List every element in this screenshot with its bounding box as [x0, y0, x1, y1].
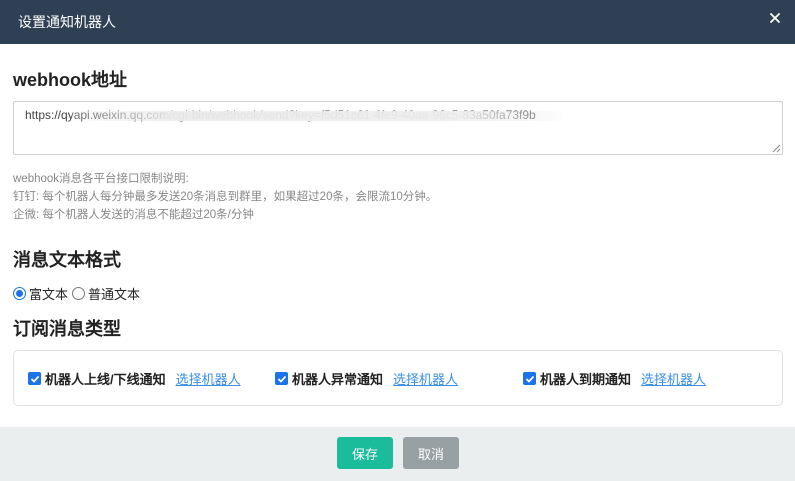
select-robot-link-2[interactable]: 选择机器人	[393, 369, 458, 388]
radio-rich-text[interactable]: 富文本	[13, 284, 68, 303]
format-radio-group: 富文本 普通文本	[13, 284, 144, 303]
subscriptions-heading: 订阅消息类型	[13, 319, 121, 339]
sub-label-online-offline: 机器人上线/下线通知	[45, 372, 166, 387]
notes-line-1: webhook消息各平台接口限制说明:	[13, 173, 189, 185]
sub-label-exception: 机器人异常通知	[292, 372, 384, 387]
check-icon	[525, 375, 534, 383]
select-robot-link-3[interactable]: 选择机器人	[641, 369, 706, 388]
sub-item-exception: 机器人异常通知 选择机器人	[275, 369, 458, 388]
limit-notes: webhook消息各平台接口限制说明: 钉钉: 每个机器人每分钟最多发送20条消…	[13, 170, 437, 224]
radio-plain-text-indicator[interactable]	[72, 287, 86, 300]
checkbox-expiry[interactable]	[523, 372, 536, 385]
dialog-footer: 保存 取消	[0, 427, 795, 481]
sub-item-online-offline: 机器人上线/下线通知 选择机器人	[28, 369, 241, 388]
dialog-titlebar: 设置通知机器人	[0, 0, 795, 44]
close-icon[interactable]	[769, 12, 781, 24]
radio-plain-text[interactable]: 普通文本	[72, 284, 140, 303]
format-heading: 消息文本格式	[13, 250, 121, 270]
radio-rich-text-label: 富文本	[29, 287, 69, 302]
webhook-url-input[interactable]: https://qyapi.weixin.qq.com/cgi-bin/webh…	[14, 102, 782, 154]
check-icon	[30, 375, 39, 383]
checkbox-exception[interactable]	[275, 372, 288, 385]
sub-label-expiry: 机器人到期通知	[540, 372, 632, 387]
radio-plain-text-label: 普通文本	[88, 287, 141, 302]
notes-line-2: 钉钉: 每个机器人每分钟最多发送20条消息到群里，如果超过20条，会限流10分钟…	[13, 191, 438, 203]
notes-line-3: 企微: 每个机器人发送的消息不能超过20条/分钟	[13, 209, 254, 221]
sub-item-expiry: 机器人到期通知 选择机器人	[523, 369, 706, 388]
checkbox-online-offline[interactable]	[28, 372, 41, 385]
dialog-title: 设置通知机器人	[18, 14, 116, 30]
check-icon	[277, 375, 286, 383]
cancel-button[interactable]: 取消	[403, 437, 459, 469]
webhook-heading: webhook地址	[13, 70, 128, 90]
save-button[interactable]: 保存	[337, 437, 393, 469]
webhook-url-field[interactable]: https://qyapi.weixin.qq.com/cgi-bin/webh…	[13, 101, 783, 155]
select-robot-link-1[interactable]: 选择机器人	[176, 369, 241, 388]
radio-rich-text-indicator[interactable]	[13, 287, 26, 300]
subscriptions-panel: 机器人上线/下线通知 选择机器人 机器人异常通知 选择机器人 机器人到期通知 选…	[13, 350, 783, 406]
